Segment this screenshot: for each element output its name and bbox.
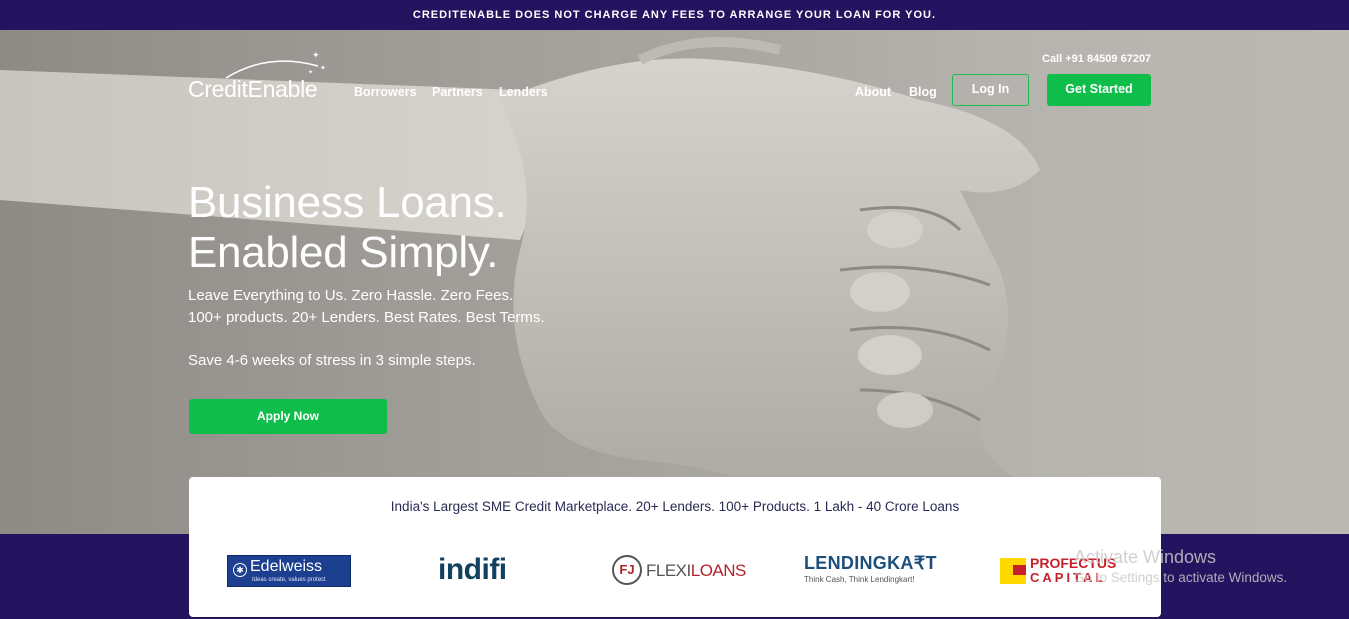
profectus-icon-accent: [1013, 565, 1026, 575]
nav-blog[interactable]: Blog: [909, 85, 937, 99]
flexiloans-name-a: FLEXI: [646, 561, 691, 580]
headline-line-1: Business Loans.: [188, 178, 507, 227]
lendingkart-name: LENDINGKA₹T: [804, 553, 937, 573]
headline-line-2: Enabled Simply.: [188, 228, 499, 277]
announcement-bar: CREDITENABLE DOES NOT CHARGE ANY FEES TO…: [0, 0, 1349, 30]
nav-partners[interactable]: Partners: [432, 85, 483, 99]
hero-line-2: 100+ products. 20+ Lenders. Best Rates. …: [188, 309, 545, 326]
edelweiss-slogan: Ideas create, values protect: [252, 577, 326, 583]
indifi-logo[interactable]: indifi: [438, 553, 507, 593]
edelweiss-name: Edelweiss: [250, 558, 323, 575]
hero-line-3: Save 4-6 weeks of stress in 3 simple ste…: [188, 352, 476, 369]
nav-borrowers[interactable]: Borrowers: [354, 85, 417, 99]
svg-text:✦: ✦: [320, 64, 326, 72]
svg-text:✦: ✦: [312, 51, 320, 61]
activate-windows-watermark: Activate Windows Go to Settings to activ…: [1074, 547, 1287, 585]
edelweiss-icon: ✱: [233, 563, 247, 577]
login-button[interactable]: Log In: [952, 74, 1029, 106]
brand-name: CreditEnable: [188, 76, 318, 102]
brand-logo[interactable]: ✦ ✦ ✦ CreditEnable: [188, 48, 338, 104]
lendingkart-logo[interactable]: LENDINGKA₹T Think Cash, Think Lendingkar…: [804, 553, 937, 593]
watermark-subtitle: Go to Settings to activate Windows.: [1074, 570, 1288, 585]
marketplace-card: India's Largest SME Credit Marketplace. …: [189, 477, 1161, 617]
hero-section: ✦ ✦ ✦ CreditEnable Borrowers Partners Le…: [0, 30, 1349, 534]
lendingkart-slogan: Think Cash, Think Lendingkart!: [804, 575, 915, 584]
hero-headline: Business Loans. Enabled Simply.: [188, 178, 507, 278]
edelweiss-logo[interactable]: ✱ Edelweiss Ideas create, values protect: [227, 555, 351, 587]
nav-lenders[interactable]: Lenders: [499, 85, 548, 99]
get-started-button[interactable]: Get Started: [1047, 74, 1151, 106]
svg-text:✦: ✦: [308, 69, 313, 76]
watermark-title: Activate Windows: [1074, 547, 1217, 567]
marketplace-tagline: India's Largest SME Credit Marketplace. …: [390, 499, 960, 514]
flexiloans-name-b: LOANS: [690, 561, 747, 580]
hero-line-1: Leave Everything to Us. Zero Hassle. Zer…: [188, 287, 514, 304]
announcement-text: CREDITENABLE DOES NOT CHARGE ANY FEES TO…: [412, 9, 937, 21]
nav-about[interactable]: About: [855, 85, 891, 99]
apply-now-button[interactable]: Apply Now: [189, 399, 387, 434]
flexiloans-name: FLEXILOANS: [646, 561, 746, 581]
call-number[interactable]: Call +91 84509 67207: [1042, 53, 1151, 65]
flexiloans-logo[interactable]: FJ FLEXILOANS: [612, 555, 746, 587]
flexiloans-mark: FJ: [612, 555, 642, 585]
